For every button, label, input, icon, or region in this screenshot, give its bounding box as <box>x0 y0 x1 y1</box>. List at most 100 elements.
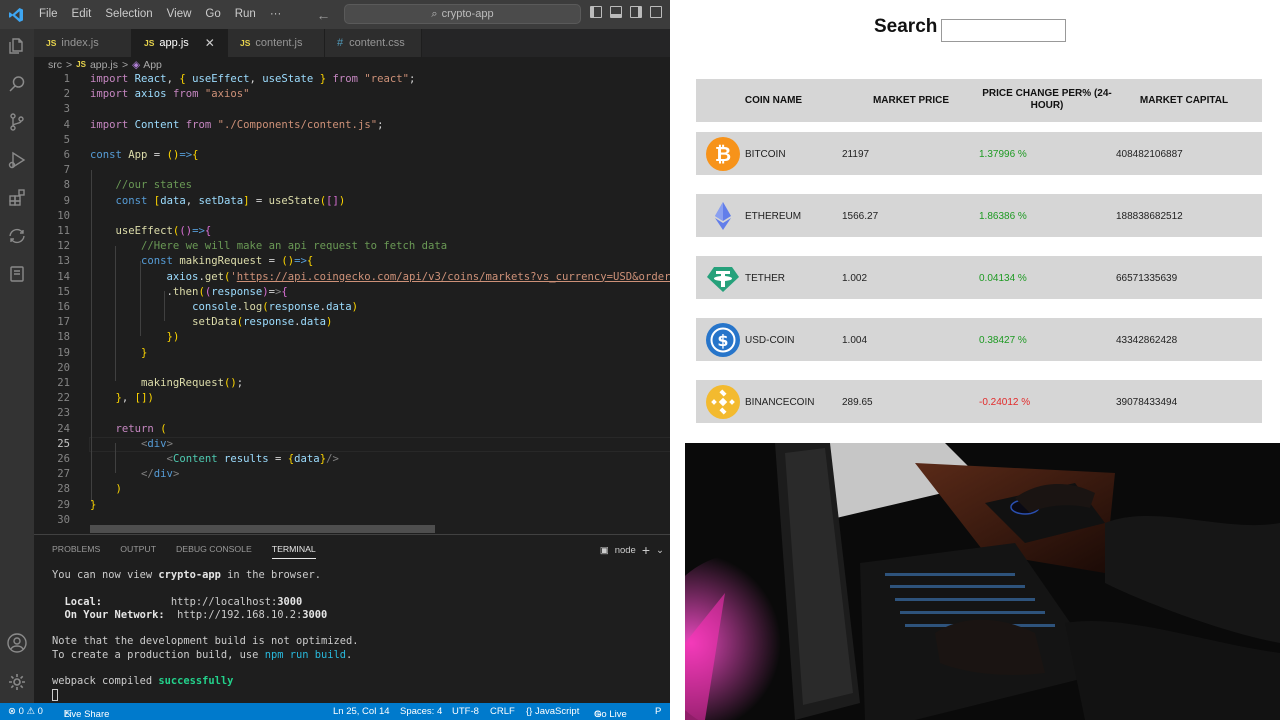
tab-problems[interactable]: PROBLEMS <box>52 544 100 559</box>
line-number: 13 <box>57 255 70 268</box>
prettier-status[interactable]: P <box>655 706 661 717</box>
code-line: </div> <box>141 468 180 481</box>
terminal-name[interactable]: node <box>615 545 636 556</box>
customize-layout-icon[interactable] <box>650 6 662 18</box>
line-number: 30 <box>57 513 70 526</box>
ethereum-icon <box>715 202 731 230</box>
command-center-label: crypto-app <box>441 8 494 20</box>
coin-change: -0.24012 % <box>979 397 1031 408</box>
code-line: useEffect(()=>{ <box>115 225 212 237</box>
menu-view[interactable]: View <box>160 0 199 29</box>
line-number: 29 <box>57 498 70 511</box>
tab-debug-console[interactable]: DEBUG CONSOLE <box>176 544 252 559</box>
search-label: Search <box>874 16 938 37</box>
tab-index-js[interactable]: JS index.js <box>34 29 132 57</box>
toggle-sidebar-icon[interactable] <box>590 6 602 18</box>
menu-file[interactable]: File <box>32 0 65 29</box>
javascript-file-icon: JS <box>46 38 57 48</box>
indentation[interactable]: Spaces: 4 <box>400 706 442 717</box>
breadcrumb-symbol[interactable]: App <box>143 59 162 71</box>
menu-go[interactable]: Go <box>198 0 227 29</box>
line-number: 9 <box>63 194 70 207</box>
remote-explorer-icon[interactable] <box>0 219 34 253</box>
screen: File Edit Selection View Go Run ··· ← → … <box>0 0 1280 720</box>
encoding[interactable]: UTF-8 <box>452 706 479 717</box>
run-debug-icon[interactable] <box>0 143 34 177</box>
end-of-line[interactable]: CRLF <box>490 706 515 717</box>
horizontal-scrollbar[interactable] <box>90 525 435 533</box>
live-share-panel-icon[interactable] <box>0 257 34 291</box>
code-line: } <box>90 498 97 511</box>
header-market-price: MARKET PRICE <box>872 95 950 106</box>
bottom-panel: PROBLEMS OUTPUT DEBUG CONSOLE TERMINAL ▣… <box>34 534 670 703</box>
terminal-cursor <box>52 688 58 701</box>
tab-content-css[interactable]: # content.css <box>325 29 422 57</box>
language-mode[interactable]: {} JavaScript <box>526 706 579 717</box>
terminal-icon: ▣ <box>599 544 609 556</box>
problems-status[interactable]: ⊗ 0 ⚠ 0 <box>8 706 43 717</box>
code-line: setData(response.data) <box>192 316 333 329</box>
extensions-icon[interactable] <box>0 181 34 215</box>
coin-price: 21197 <box>842 149 870 160</box>
line-number: 2 <box>63 88 70 101</box>
header-price-change: PRICE CHANGE PER% (24-HOUR) <box>982 88 1112 111</box>
coin-price: 1.002 <box>842 273 868 284</box>
coin-row-usd-coin: $ USD-COIN 1.004 0.38427 % 43342862428 <box>696 318 1262 361</box>
coin-row-bitcoin: ₿ BITCOIN 21197 1.37996 % 408482106887 <box>696 132 1262 175</box>
line-number: 15 <box>57 285 70 298</box>
menu-more[interactable]: ··· <box>263 0 289 29</box>
svg-text:₿: ₿ <box>715 142 731 166</box>
source-control-icon[interactable] <box>0 105 34 139</box>
bitcoin-icon: ₿ <box>706 137 740 171</box>
new-terminal-icon[interactable]: + <box>642 542 650 558</box>
search-icon: ⌕ <box>431 7 438 20</box>
breadcrumb: src > JS app.js > ◈ App <box>48 57 162 72</box>
coin-market-cap: 408482106887 <box>1116 149 1183 160</box>
breadcrumb-folder[interactable]: src <box>48 59 62 71</box>
menu-edit[interactable]: Edit <box>65 0 99 29</box>
breadcrumb-file[interactable]: app.js <box>90 59 118 71</box>
tab-terminal[interactable]: TERMINAL <box>271 544 316 559</box>
line-number: 22 <box>57 392 70 405</box>
toggle-panel-icon[interactable] <box>610 6 622 18</box>
search-input[interactable] <box>941 19 1066 42</box>
tab-output[interactable]: OUTPUT <box>120 544 156 559</box>
line-number: 21 <box>57 377 70 389</box>
close-tab-icon[interactable]: ✕ <box>205 36 215 50</box>
line-number: 20 <box>57 361 70 374</box>
code-line: makingRequest(); <box>141 377 244 389</box>
tab-content-js[interactable]: JS content.js <box>228 29 325 57</box>
usd-coin-icon: $ <box>706 323 740 357</box>
explorer-icon[interactable] <box>0 29 34 63</box>
code-line: <Content results = {data}/> <box>166 453 339 465</box>
cursor-position[interactable]: Ln 25, Col 14 <box>333 706 390 717</box>
toggle-secondary-sidebar-icon[interactable] <box>630 6 642 18</box>
line-number: 14 <box>57 270 70 283</box>
code-editor[interactable]: 1 import React, { useEffect, useState } f… <box>34 72 670 534</box>
coin-row-tether: TETHER 1.002 0.04134 % 66571335639 <box>696 256 1262 299</box>
line-number: 27 <box>57 468 70 481</box>
table-header: COIN NAME MARKET PRICE PRICE CHANGE PER%… <box>696 79 1262 122</box>
menu-selection[interactable]: Selection <box>98 0 159 29</box>
vscode-logo-icon <box>0 0 32 29</box>
chevron-down-icon[interactable]: ⌄ <box>656 545 664 556</box>
line-number: 7 <box>63 164 70 177</box>
code-line: console.log(response.data) <box>192 301 358 313</box>
search-icon[interactable] <box>0 67 34 101</box>
settings-gear-icon[interactable] <box>0 665 34 699</box>
panel-tabs: PROBLEMS OUTPUT DEBUG CONSOLE TERMINAL <box>52 544 316 559</box>
coin-name: BITCOIN <box>745 149 786 160</box>
code-line: import axios from "axios" <box>90 88 250 101</box>
terminal-output[interactable]: You can now view crypto-app in the brows… <box>52 569 359 703</box>
code-line: return ( <box>115 422 167 435</box>
coin-market-cap: 188838682512 <box>1116 211 1183 222</box>
line-number: 23 <box>57 407 70 420</box>
menu-run[interactable]: Run <box>228 0 263 29</box>
code-line: import Content from "./Components/conten… <box>90 118 384 131</box>
tab-app-js[interactable]: JS app.js ✕ <box>132 29 228 57</box>
coin-row-ethereum: ETHEREUM 1566.27 1.86386 % 188838682512 <box>696 194 1262 237</box>
line-number: 1 <box>63 73 70 85</box>
account-icon[interactable] <box>0 626 34 660</box>
command-center[interactable]: ⌕ crypto-app <box>344 4 581 24</box>
line-number: 11 <box>57 225 70 237</box>
